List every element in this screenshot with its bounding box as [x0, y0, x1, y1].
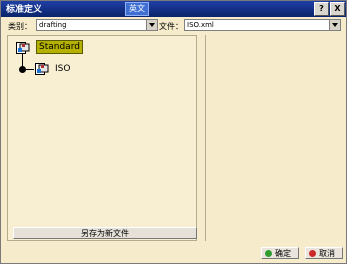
category-label: 类别：	[8, 22, 32, 31]
category-dropdown-arrow-icon[interactable]	[146, 20, 157, 30]
cancel-label: 取消	[319, 249, 335, 258]
cancel-button[interactable]: 取消	[305, 247, 343, 259]
document-tree-icon	[16, 42, 30, 54]
file-select[interactable]: ISO.xml	[184, 19, 341, 31]
standards-tree[interactable]: Standard ISO	[7, 35, 197, 241]
ok-icon	[265, 250, 272, 257]
category-value: drafting	[39, 21, 67, 29]
cancel-icon	[309, 250, 316, 257]
title-bar: 标准定义 英文 ? X	[1, 1, 346, 17]
standard-definition-dialog: 标准定义 英文 ? X 类别： drafting 文件： ISO.xml Sta…	[0, 0, 347, 264]
help-button[interactable]: ?	[314, 2, 329, 16]
tree-node-standard[interactable]: Standard	[36, 40, 83, 54]
category-select[interactable]: drafting	[36, 19, 158, 31]
close-button[interactable]: X	[330, 2, 345, 16]
details-pane	[205, 35, 341, 241]
save-as-new-file-button[interactable]: 另存为新文件	[13, 227, 197, 239]
document-tree-icon	[35, 63, 49, 75]
ok-button[interactable]: 确定	[261, 247, 299, 259]
file-label: 文件：	[159, 22, 183, 31]
file-value: ISO.xml	[187, 21, 214, 29]
ok-label: 确定	[275, 249, 291, 258]
expand-node-icon[interactable]	[19, 66, 26, 73]
ime-badge[interactable]: 英文	[125, 2, 149, 16]
dialog-title: 标准定义	[6, 5, 43, 15]
file-dropdown-arrow-icon[interactable]	[329, 20, 340, 30]
tree-node-iso[interactable]: ISO	[55, 64, 70, 74]
